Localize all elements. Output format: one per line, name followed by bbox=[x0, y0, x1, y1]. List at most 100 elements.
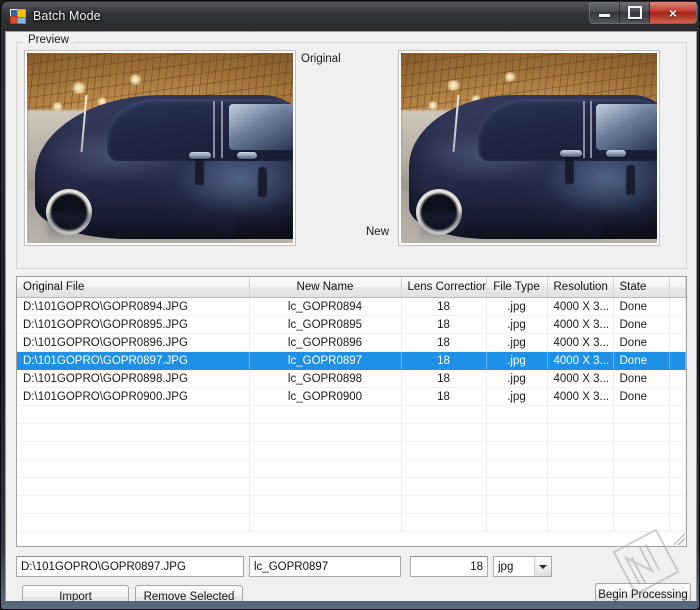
cell-empty bbox=[613, 405, 670, 424]
table-body: D:\101GOPRO\GOPR0894.JPG lc_GOPR0894 18 .jp… bbox=[17, 297, 686, 532]
grid-resize-handle[interactable] bbox=[673, 533, 685, 545]
begin-processing-button[interactable]: Begin Processing bbox=[595, 583, 691, 601]
cell-empty bbox=[669, 441, 686, 460]
cell-empty bbox=[486, 441, 548, 460]
original-preview-image[interactable] bbox=[24, 50, 296, 246]
new-name-input[interactable] bbox=[249, 556, 401, 577]
cell-empty bbox=[249, 423, 402, 442]
table-row-empty[interactable] bbox=[17, 495, 686, 514]
table-row-empty[interactable] bbox=[17, 513, 686, 532]
minimize-button[interactable] bbox=[590, 2, 620, 23]
cell-file_type: .jpg bbox=[486, 333, 548, 352]
cell-empty bbox=[486, 495, 548, 514]
window-controls: × bbox=[589, 2, 697, 24]
table-row[interactable]: D:\101GOPRO\GOPR0898.JPG lc_GOPR0898 18 .jp… bbox=[17, 369, 686, 388]
col-header-resolution[interactable]: Resolution bbox=[547, 277, 614, 298]
table-row-empty[interactable] bbox=[17, 441, 686, 460]
cell-state: Done bbox=[613, 333, 670, 352]
form-icon bbox=[10, 8, 26, 24]
cell-file_type: .jpg bbox=[486, 369, 548, 388]
cell-empty bbox=[401, 459, 487, 478]
window-title: Batch Mode bbox=[33, 9, 101, 23]
batch-mode-window: Batch Mode × Preview Original New Origin… bbox=[0, 0, 700, 610]
minimize-icon bbox=[599, 13, 610, 17]
original-file-input[interactable] bbox=[16, 556, 244, 577]
cell-original: D:\101GOPRO\GOPR0896.JPG bbox=[17, 333, 250, 352]
cell-filler bbox=[669, 315, 686, 334]
import-button[interactable]: Import bbox=[22, 585, 129, 601]
table-row[interactable]: D:\101GOPRO\GOPR0895.JPG lc_GOPR0895 18 .jp… bbox=[17, 315, 686, 334]
cell-filler bbox=[669, 387, 686, 406]
lens-correction-input[interactable] bbox=[410, 556, 488, 577]
cell-resolution: 4000 X 3... bbox=[547, 315, 614, 334]
cell-empty bbox=[669, 459, 686, 478]
cell-new_name: lc_GOPR0895 bbox=[249, 315, 402, 334]
table-row[interactable]: D:\101GOPRO\GOPR0894.JPG lc_GOPR0894 18 .jp… bbox=[17, 297, 686, 316]
table-row-empty[interactable] bbox=[17, 459, 686, 478]
cell-empty bbox=[249, 441, 402, 460]
cell-lens: 18 bbox=[401, 315, 487, 334]
file-type-dropdown[interactable]: jpg bbox=[493, 556, 552, 577]
maximize-icon bbox=[627, 6, 642, 19]
car-photo-corrected bbox=[401, 53, 657, 243]
cell-resolution: 4000 X 3... bbox=[547, 387, 614, 406]
cell-empty bbox=[401, 513, 487, 532]
close-button[interactable]: × bbox=[650, 2, 696, 23]
cell-state: Done bbox=[613, 387, 670, 406]
cell-empty bbox=[249, 405, 402, 424]
cell-empty bbox=[17, 423, 250, 442]
file-list-grid[interactable]: Original File New Name Lens Correction F… bbox=[16, 276, 687, 547]
cell-filler bbox=[669, 333, 686, 352]
table-row[interactable]: D:\101GOPRO\GOPR0896.JPG lc_GOPR0896 18 .jp… bbox=[17, 333, 686, 352]
col-header-new-name[interactable]: New Name bbox=[249, 277, 402, 298]
col-header-file-type[interactable]: File Type bbox=[486, 277, 548, 298]
cell-lens: 18 bbox=[401, 297, 487, 316]
cell-empty bbox=[669, 405, 686, 424]
col-header-original-file[interactable]: Original File bbox=[17, 277, 250, 298]
cell-new_name: lc_GOPR0897 bbox=[249, 351, 402, 370]
cell-empty bbox=[17, 405, 250, 424]
file-table: Original File New Name Lens Correction F… bbox=[17, 277, 686, 532]
cell-file_type: .jpg bbox=[486, 315, 548, 334]
remove-selected-button[interactable]: Remove Selected bbox=[135, 585, 243, 601]
chevron-down-icon[interactable] bbox=[534, 557, 551, 576]
title-bar[interactable]: Batch Mode × bbox=[1, 1, 699, 31]
table-row-empty[interactable] bbox=[17, 477, 686, 496]
cell-new_name: lc_GOPR0898 bbox=[249, 369, 402, 388]
car-photo-original bbox=[27, 53, 293, 243]
cell-empty bbox=[613, 495, 670, 514]
client-area: Preview Original New Original File New N… bbox=[5, 31, 697, 601]
col-header-lens-correction[interactable]: Lens Correction bbox=[401, 277, 487, 298]
cell-lens: 18 bbox=[401, 387, 487, 406]
cell-empty bbox=[547, 441, 614, 460]
table-row-empty[interactable] bbox=[17, 405, 686, 424]
new-preview-image[interactable] bbox=[398, 50, 660, 246]
table-row[interactable]: D:\101GOPRO\GOPR0897.JPG lc_GOPR0897 18 .jp… bbox=[17, 351, 686, 370]
cell-original: D:\101GOPRO\GOPR0895.JPG bbox=[17, 315, 250, 334]
cell-original: D:\101GOPRO\GOPR0897.JPG bbox=[17, 351, 250, 370]
cell-empty bbox=[401, 405, 487, 424]
cell-empty bbox=[17, 441, 250, 460]
table-row[interactable]: D:\101GOPRO\GOPR0900.JPG lc_GOPR0900 18 .jp… bbox=[17, 387, 686, 406]
cell-filler bbox=[669, 351, 686, 370]
cell-resolution: 4000 X 3... bbox=[547, 351, 614, 370]
cell-empty bbox=[17, 459, 250, 478]
close-icon: × bbox=[668, 4, 678, 21]
cell-state: Done bbox=[613, 297, 670, 316]
cell-empty bbox=[547, 477, 614, 496]
cell-empty bbox=[17, 477, 250, 496]
cell-empty bbox=[486, 459, 548, 478]
col-header-state[interactable]: State bbox=[613, 277, 670, 298]
cell-empty bbox=[17, 513, 250, 532]
cell-new_name: lc_GOPR0894 bbox=[249, 297, 402, 316]
col-header-filler bbox=[669, 277, 686, 298]
cell-empty bbox=[669, 495, 686, 514]
cell-empty bbox=[547, 459, 614, 478]
cell-empty bbox=[613, 459, 670, 478]
cell-file_type: .jpg bbox=[486, 351, 548, 370]
maximize-button[interactable] bbox=[620, 2, 650, 23]
table-row-empty[interactable] bbox=[17, 423, 686, 442]
cell-file_type: .jpg bbox=[486, 297, 548, 316]
cell-state: Done bbox=[613, 369, 670, 388]
cell-resolution: 4000 X 3... bbox=[547, 369, 614, 388]
